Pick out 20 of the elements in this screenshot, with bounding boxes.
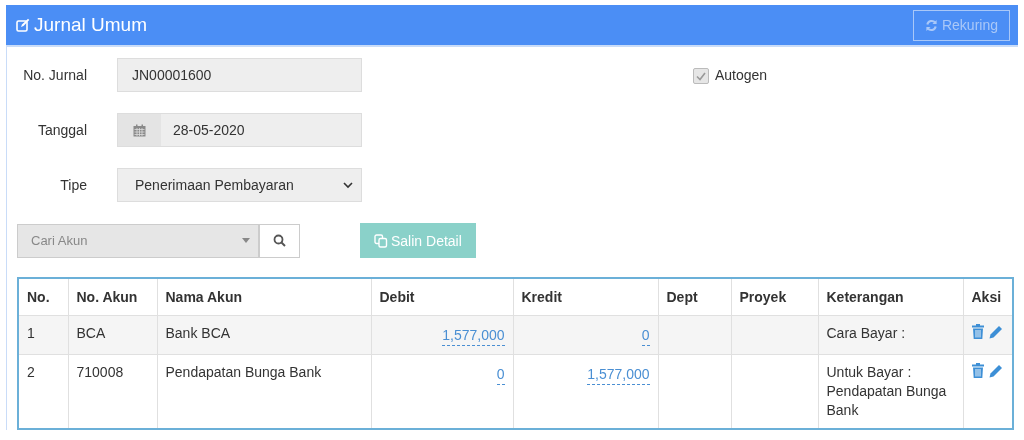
table-cell: Bank BCA bbox=[157, 315, 371, 355]
field-label: Tanggal bbox=[36, 122, 87, 138]
table-cell: 1 bbox=[18, 315, 68, 355]
checkbox-label: Autogen bbox=[715, 67, 768, 83]
table-cell: BCA bbox=[68, 315, 157, 355]
panel-title: Jurnal Umum bbox=[34, 14, 147, 36]
type-dropdown[interactable]: Penerimaan Pembayaran bbox=[117, 168, 362, 202]
field-label: No. Jurnal bbox=[22, 67, 87, 83]
table-cell: 2 bbox=[18, 354, 68, 429]
editable-amount[interactable]: 0 bbox=[641, 326, 650, 346]
date-field[interactable]: 28-05-2020 bbox=[117, 113, 362, 147]
journal-number-field[interactable]: JN00001600 bbox=[117, 58, 362, 92]
table-cell: Untuk Bayar : Pendapatan Bunga Bank bbox=[826, 364, 947, 418]
table-cell: Cara Bayar : bbox=[826, 325, 906, 341]
table-cell: Pendapatan Bunga Bank bbox=[157, 354, 371, 429]
editable-amount[interactable]: 1,577,000 bbox=[587, 365, 650, 385]
table-cell: 710008 bbox=[68, 354, 157, 429]
editable-amount[interactable]: 0 bbox=[496, 365, 505, 385]
field-label: Tipe bbox=[59, 177, 87, 193]
account-search-dropdown[interactable]: Cari Akun bbox=[17, 223, 259, 258]
